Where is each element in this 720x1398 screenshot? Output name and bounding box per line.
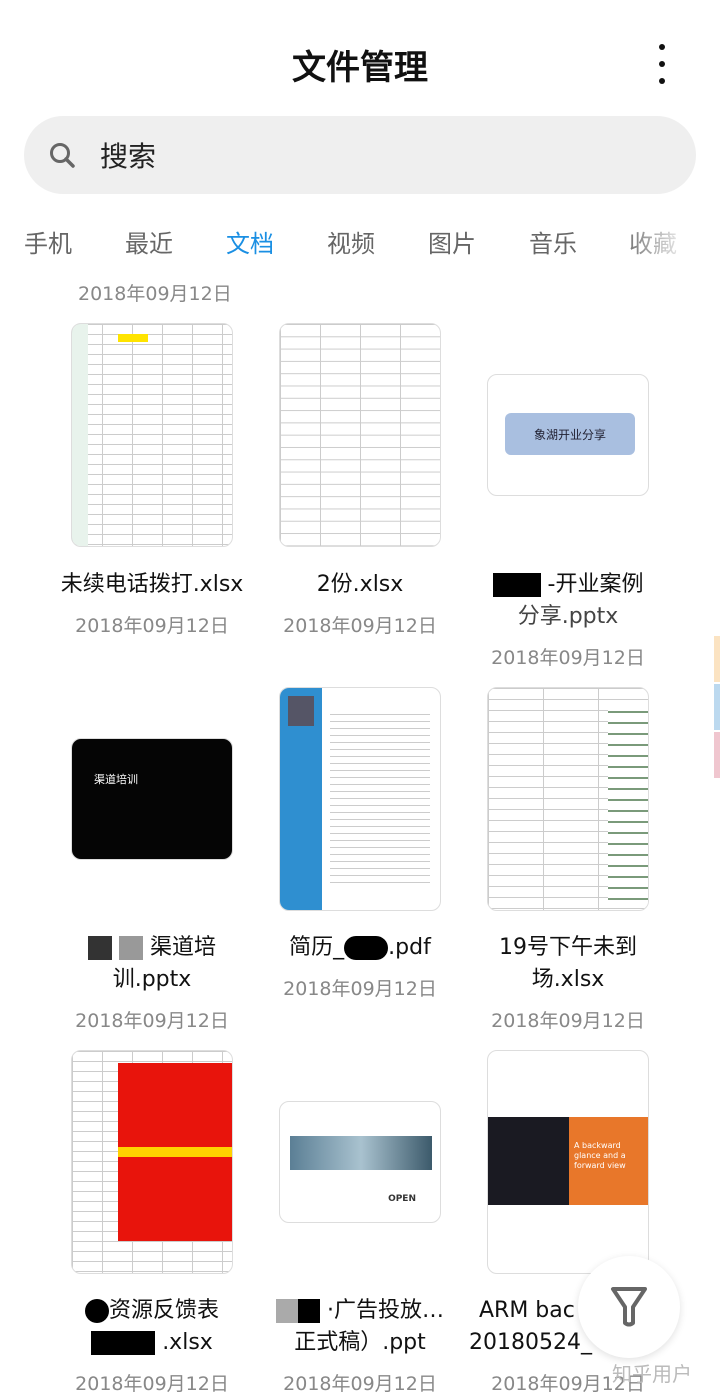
file-name-line2: 正式稿）.ppt xyxy=(294,1330,426,1355)
file-name[interactable]: 资源反馈表 xyxy=(48,1295,256,1327)
file-name[interactable]: 渠道培 xyxy=(48,932,256,964)
file-date: 2018年09月12日 xyxy=(491,1010,645,1032)
file-date: 2018年09月12日 xyxy=(283,615,437,637)
category-tabs: 手机 最近 文档 视频 图片 音乐 收藏 xyxy=(0,224,690,264)
file-date: 2018年09月12日 xyxy=(283,1373,437,1395)
file-name-part: -开业案例 xyxy=(547,572,644,597)
tab-phone[interactable]: 手机 xyxy=(24,224,72,259)
tab-videos[interactable]: 视频 xyxy=(327,224,375,259)
filter-icon xyxy=(611,1287,647,1327)
tab-recent[interactable]: 最近 xyxy=(125,224,173,259)
watermark: 知乎用户 xyxy=(612,1362,692,1386)
file-name-part: 简历_ xyxy=(289,935,345,960)
file-name-part: .xlsx xyxy=(162,1330,213,1355)
file-name[interactable]: 未续电话拨打.xlsx xyxy=(48,569,256,601)
file-thumbnail[interactable] xyxy=(487,687,649,911)
side-indicator xyxy=(714,636,720,682)
file-thumbnail[interactable]: 象湖开业分享 xyxy=(487,374,649,496)
thumb-title: 渠道培训 xyxy=(94,773,138,786)
tab-images[interactable]: 图片 xyxy=(428,224,476,259)
file-thumbnail[interactable] xyxy=(71,323,233,547)
more-options-button[interactable] xyxy=(650,44,674,84)
file-name-line2: 训.pptx xyxy=(112,967,192,992)
file-date: 2018年09月12日 xyxy=(75,1373,229,1395)
file-thumbnail[interactable]: OPEN xyxy=(279,1101,441,1223)
tab-documents[interactable]: 文档 xyxy=(226,224,274,259)
file-thumbnail[interactable]: 渠道培训 xyxy=(71,738,233,860)
file-name[interactable]: 2份.xlsx xyxy=(256,569,464,601)
tabs-fade xyxy=(620,210,720,280)
file-thumbnail[interactable] xyxy=(71,1050,233,1274)
group-date: 2018年09月12日 xyxy=(78,283,232,305)
file-name[interactable]: ·广告投放… xyxy=(256,1295,464,1327)
file-name-part: 资源反馈表 xyxy=(108,1298,219,1323)
file-name-line2: .xlsx xyxy=(48,1327,256,1359)
page-title: 文件管理 xyxy=(292,48,428,88)
file-name[interactable]: 简历_ .pdf xyxy=(256,932,464,964)
search-input[interactable]: 搜索 xyxy=(24,116,696,194)
file-thumbnail[interactable] xyxy=(279,687,441,911)
thumb-text: OPEN xyxy=(388,1194,416,1204)
search-placeholder: 搜索 xyxy=(100,140,157,173)
file-date: 2018年09月12日 xyxy=(283,978,437,1000)
file-date: 2018年09月12日 xyxy=(75,1010,229,1032)
file-name-line2: 场.xlsx xyxy=(531,967,605,992)
side-indicator xyxy=(714,684,720,730)
file-date: 2018年09月12日 xyxy=(75,615,229,637)
side-indicator xyxy=(714,732,720,778)
thumb-text: A backward glance and a forward view xyxy=(574,1141,626,1170)
tab-music[interactable]: 音乐 xyxy=(529,224,577,259)
file-name-part: 渠道培 xyxy=(149,935,216,960)
file-thumbnail[interactable]: A backward glance and a forward view xyxy=(487,1050,649,1274)
file-date: 2018年09月12日 xyxy=(491,647,645,669)
file-name[interactable]: 19号下午未到 xyxy=(464,932,672,964)
thumb-title: 象湖开业分享 xyxy=(505,413,635,455)
search-icon xyxy=(50,143,75,168)
filter-button[interactable] xyxy=(578,1256,680,1358)
file-name-line2: 分享.pptx xyxy=(517,604,619,629)
file-name-part: ·广告投放… xyxy=(327,1298,444,1323)
more-vertical-icon xyxy=(659,44,665,50)
file-name-part: .pdf xyxy=(388,935,431,960)
file-thumbnail[interactable] xyxy=(279,323,441,547)
file-name[interactable]: -开业案例 xyxy=(464,569,672,601)
